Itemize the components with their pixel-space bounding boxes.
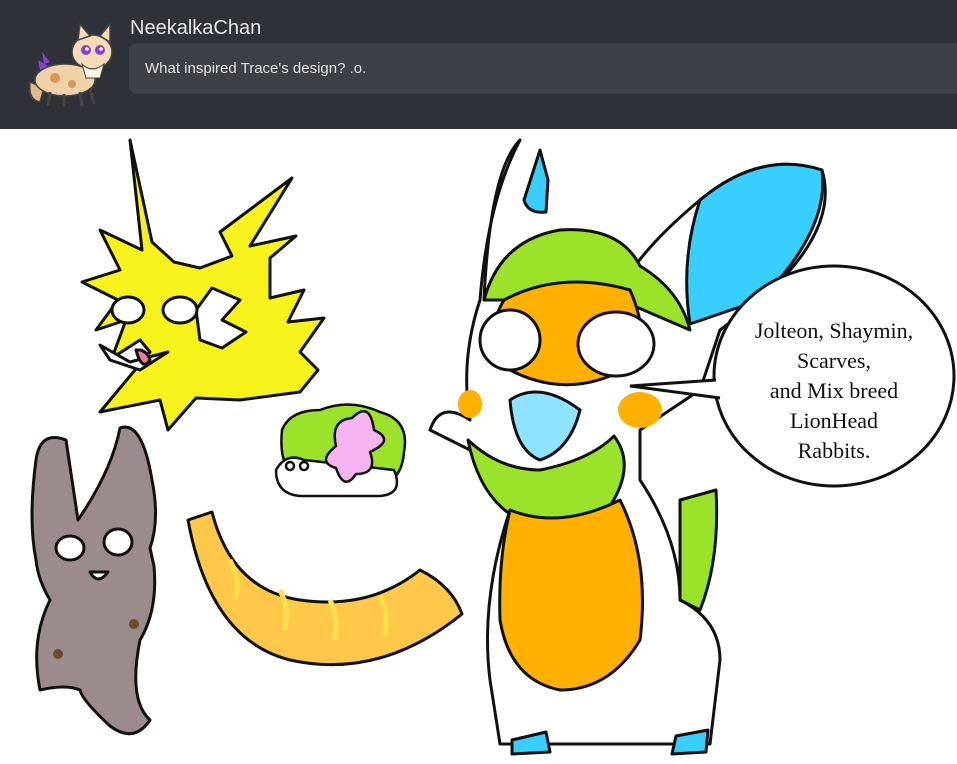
speech-text: Jolteon, Shaymin, Scarves, and Mix breed… [724,316,944,466]
ask-header: NeekalkaChan What inspired Trace's desig… [0,0,957,129]
scarf-drawing [186,510,464,667]
speech-line: Scarves, [797,348,871,373]
speech-line: LionHead [790,408,878,433]
asker-avatar[interactable] [20,22,124,108]
speech-line: Jolteon, Shaymin, [754,318,914,343]
question-bubble: What inspired Trace's design? .o. [129,43,957,94]
jolteon-drawing [80,138,326,432]
shaymin-drawing [274,403,407,498]
asker-name[interactable]: NeekalkaChan [130,17,261,40]
question-text: What inspired Trace's design? .o. [145,60,367,77]
speech-line: and Mix breed [769,378,899,403]
speech-line: Rabbits. [797,438,871,463]
rabbit-drawing [30,425,158,736]
